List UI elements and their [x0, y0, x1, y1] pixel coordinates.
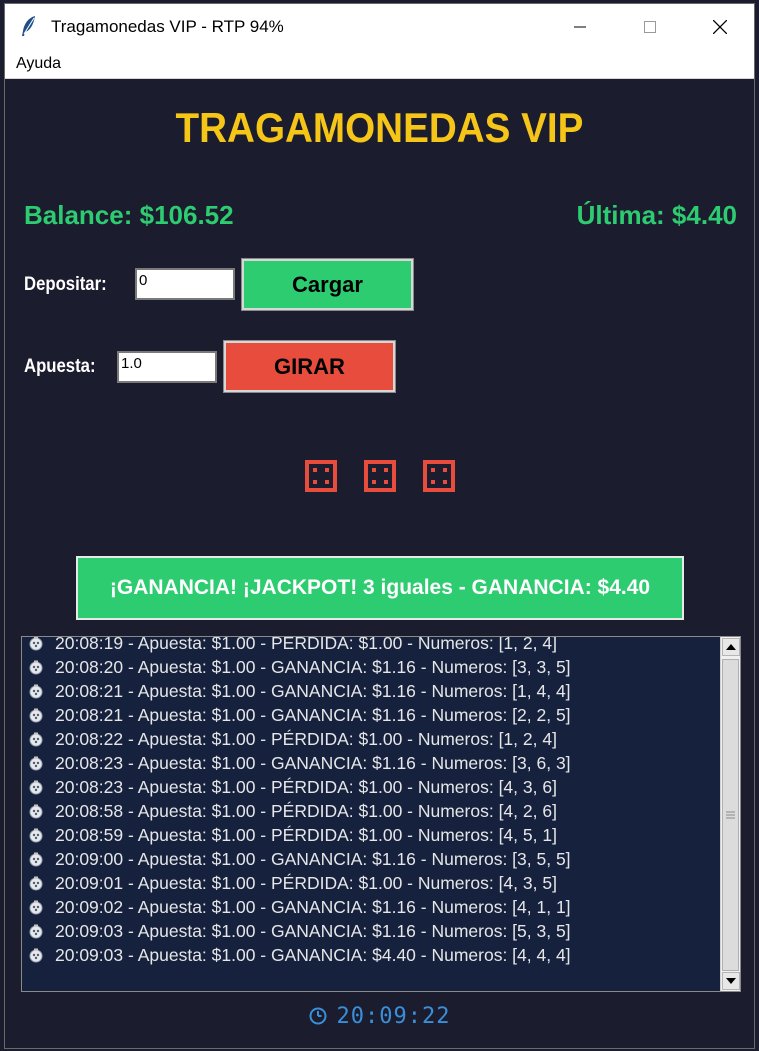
- history-entry: 20:09:01 - Apuesta: $1.00 - PÉRDIDA: $1.…: [28, 871, 718, 895]
- history-entry-text: 20:09:03 - Apuesta: $1.00 - GANANCIA: $4…: [55, 944, 571, 965]
- grip-icon: [726, 811, 735, 819]
- history-entry-text: 20:09:02 - Apuesta: $1.00 - GANANCIA: $1…: [55, 896, 571, 917]
- history-entry-text: 20:08:23 - Apuesta: $1.00 - GANANCIA: $1…: [55, 752, 571, 773]
- history-entry: 20:08:23 - Apuesta: $1.00 - GANANCIA: $1…: [28, 751, 718, 775]
- scroll-up-button[interactable]: [722, 638, 740, 656]
- deposit-label: Depositar:: [24, 274, 107, 295]
- history-entry-text: 20:08:21 - Apuesta: $1.00 - GANANCIA: $1…: [55, 704, 571, 725]
- balance-label: Balance: $106.52: [24, 200, 234, 230]
- history-entry: 20:08:59 - Apuesta: $1.00 - PÉRDIDA: $1.…: [28, 823, 718, 847]
- dice-emoji-icon: [29, 876, 43, 891]
- clock-time: 20:09:22: [336, 1004, 451, 1029]
- history-entry-text: 20:08:22 - Apuesta: $1.00 - PÉRDIDA: $1.…: [55, 728, 557, 749]
- maximize-icon: [644, 21, 656, 33]
- history-entry-text: 20:08:58 - Apuesta: $1.00 - PÉRDIDA: $1.…: [55, 800, 557, 821]
- history-entry: 20:09:02 - Apuesta: $1.00 - GANANCIA: $1…: [28, 895, 718, 919]
- minimize-button[interactable]: [545, 4, 615, 50]
- history-entry: 20:08:19 - Apuesta: $1.00 - PÉRDIDA: $1.…: [28, 636, 718, 655]
- die-four-icon: [305, 460, 337, 492]
- dice-emoji-icon: [29, 708, 43, 723]
- history-entry-text: 20:08:20 - Apuesta: $1.00 - GANANCIA: $1…: [55, 656, 571, 677]
- minimize-icon: [574, 26, 586, 28]
- history-entry: 20:08:21 - Apuesta: $1.00 - GANANCIA: $1…: [28, 679, 718, 703]
- close-button[interactable]: [685, 4, 754, 50]
- result-banner: ¡GANANCIA! ¡JACKPOT! 3 iguales - GANANCI…: [76, 556, 684, 620]
- dice-emoji-icon: [29, 756, 43, 771]
- arrow-down-icon: [726, 978, 736, 984]
- maximize-button[interactable]: [615, 4, 685, 50]
- history-entry-text: 20:08:59 - Apuesta: $1.00 - PÉRDIDA: $1.…: [55, 824, 557, 845]
- spin-button[interactable]: GIRAR: [223, 340, 396, 393]
- load-button[interactable]: Cargar: [241, 258, 414, 311]
- die-four-icon: [423, 460, 455, 492]
- history-entry: 20:08:21 - Apuesta: $1.00 - GANANCIA: $1…: [28, 703, 718, 727]
- app-title: TRAGAMONEDAS VIP: [175, 104, 584, 151]
- history-entry: 20:08:22 - Apuesta: $1.00 - PÉRDIDA: $1.…: [28, 727, 718, 751]
- dice-emoji-icon: [29, 948, 43, 963]
- history-log[interactable]: 20:08:19 - Apuesta: $1.00 - PÉRDIDA: $1.…: [21, 636, 741, 992]
- dice-emoji-icon: [29, 828, 43, 843]
- history-entry: 20:09:03 - Apuesta: $1.00 - GANANCIA: $1…: [28, 919, 718, 943]
- title-bar[interactable]: Tragamonedas VIP - RTP 94%: [5, 4, 754, 50]
- clock: 20:09:22: [5, 1004, 754, 1029]
- dice-emoji-icon: [29, 804, 43, 819]
- history-entry: 20:09:00 - Apuesta: $1.00 - GANANCIA: $1…: [28, 847, 718, 871]
- menu-bar: Ayuda: [5, 50, 754, 79]
- history-entry: 20:08:23 - Apuesta: $1.00 - PÉRDIDA: $1.…: [28, 775, 718, 799]
- deposit-input[interactable]: 0: [135, 268, 235, 300]
- app-window: Tragamonedas VIP - RTP 94% Ayuda TRAGAMO…: [4, 3, 755, 1049]
- history-entry-text: 20:08:21 - Apuesta: $1.00 - GANANCIA: $1…: [55, 680, 571, 701]
- dice-emoji-icon: [29, 924, 43, 939]
- scroll-thumb[interactable]: [722, 659, 739, 971]
- history-entry-text: 20:09:01 - Apuesta: $1.00 - PÉRDIDA: $1.…: [55, 872, 557, 893]
- dice-emoji-icon: [29, 732, 43, 747]
- clock-icon: [309, 1007, 327, 1025]
- close-icon: [713, 20, 727, 34]
- dice-emoji-icon: [29, 637, 43, 651]
- bet-label: Apuesta:: [24, 356, 96, 377]
- history-entry-text: 20:09:03 - Apuesta: $1.00 - GANANCIA: $1…: [55, 920, 571, 941]
- history-entry-text: 20:08:23 - Apuesta: $1.00 - PÉRDIDA: $1.…: [55, 776, 557, 797]
- history-entry: 20:08:58 - Apuesta: $1.00 - PÉRDIDA: $1.…: [28, 799, 718, 823]
- history-entry: 20:08:20 - Apuesta: $1.00 - GANANCIA: $1…: [28, 655, 718, 679]
- dice-emoji-icon: [29, 780, 43, 795]
- scroll-down-button[interactable]: [722, 972, 740, 990]
- menu-item-ayuda[interactable]: Ayuda: [16, 55, 61, 73]
- dice-emoji-icon: [29, 900, 43, 915]
- bet-input[interactable]: 1.0: [117, 351, 217, 383]
- feather-icon: [22, 16, 35, 36]
- dice-emoji-icon: [29, 684, 43, 699]
- last-win-label: Última: $4.40: [576, 200, 737, 230]
- history-entry-text: 20:08:19 - Apuesta: $1.00 - PÉRDIDA: $1.…: [55, 636, 557, 653]
- history-entry-text: 20:09:00 - Apuesta: $1.00 - GANANCIA: $1…: [55, 848, 571, 869]
- history-list: 20:08:19 - Apuesta: $1.00 - PÉRDIDA: $1.…: [28, 636, 718, 967]
- arrow-up-icon: [726, 644, 736, 650]
- dice-emoji-icon: [29, 852, 43, 867]
- die-four-icon: [364, 460, 396, 492]
- history-scrollbar[interactable]: [720, 637, 740, 991]
- history-entry: 20:09:03 - Apuesta: $1.00 - GANANCIA: $4…: [28, 943, 718, 967]
- window-title: Tragamonedas VIP - RTP 94%: [51, 17, 284, 36]
- dice-emoji-icon: [29, 660, 43, 675]
